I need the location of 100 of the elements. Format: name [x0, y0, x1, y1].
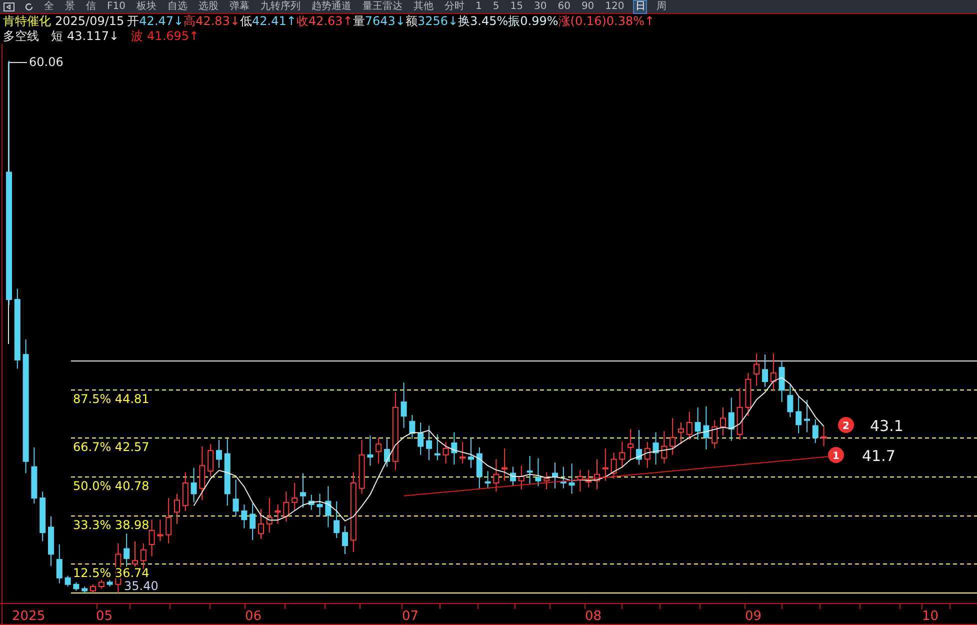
candlestick: [148, 519, 155, 557]
toolbar-item[interactable]: 120: [604, 0, 626, 12]
toolbar-item[interactable]: 全: [43, 0, 55, 12]
candlestick: [300, 472, 306, 508]
candlestick: [367, 434, 374, 466]
back-icon[interactable]: [3, 2, 15, 12]
refresh-icon[interactable]: [24, 2, 34, 12]
candlestick: [40, 491, 46, 542]
toolbar-item[interactable]: 日: [634, 0, 646, 12]
candlestick: [442, 441, 449, 464]
candlestick: [468, 437, 474, 468]
fib-level-label: 87.5% 44.81: [73, 392, 150, 406]
candlestick: [106, 580, 113, 588]
candlestick: [98, 580, 104, 590]
candlestick: [476, 446, 482, 489]
toolbar-item[interactable]: 周: [655, 0, 668, 12]
indicator-text: 41.695↑: [147, 29, 200, 44]
candlestick: [334, 500, 340, 538]
candlestick: [644, 441, 650, 468]
candlestick: [325, 486, 332, 528]
candlestick: [241, 504, 248, 529]
candlestick: [90, 584, 96, 594]
toolbar-item[interactable]: 60: [556, 0, 572, 12]
toolbar-item[interactable]: 板块: [135, 0, 158, 12]
candlestick: [73, 582, 80, 592]
fib-level-label: 66.7% 42.57: [73, 440, 150, 454]
candlestick: [484, 470, 491, 489]
candlestick: [568, 463, 575, 494]
candlestick: [610, 452, 617, 480]
toolbar-item[interactable]: 信: [85, 0, 97, 12]
marker-price: 41.7: [862, 447, 896, 465]
candlestick: [694, 406, 701, 440]
toolbar-item[interactable]: 15: [509, 0, 524, 12]
candlestick: [594, 458, 600, 490]
candlestick: [796, 396, 802, 434]
quote-text: 开: [127, 14, 140, 29]
candlestick: [526, 455, 533, 485]
candlestick: [535, 458, 542, 487]
candlestick: [754, 352, 760, 386]
indicator-name: 多空线: [3, 29, 39, 44]
candlestick: [376, 437, 382, 464]
axis-label: 05: [96, 609, 113, 624]
candlestick: [418, 422, 424, 456]
axis-label: 2025: [12, 609, 46, 624]
candlestick: [409, 414, 416, 440]
axis-label: 10: [922, 609, 939, 624]
toolbar-item[interactable]: 量王雷达: [361, 0, 404, 12]
quote-text: 42.47↓: [139, 14, 184, 29]
toolbar-item[interactable]: 90: [580, 0, 596, 12]
candlestick: [232, 479, 239, 517]
candlestick: [502, 448, 508, 482]
candlestick: [384, 438, 390, 468]
quote-text: 42.41↑: [252, 14, 296, 29]
candlestick: [216, 439, 222, 468]
candlestick: [804, 399, 810, 433]
candlestick: [400, 382, 407, 428]
toolbar-item[interactable]: 弹幕: [228, 0, 250, 12]
toolbar-item[interactable]: 景: [64, 0, 76, 12]
quote-text: 涨(0.16)0.38%↑: [558, 14, 655, 29]
toolbar-item[interactable]: 其他: [412, 0, 434, 12]
candlestick: [274, 504, 281, 524]
candlestick: [460, 441, 466, 464]
axis-label: 06: [245, 609, 262, 624]
toolbar-item[interactable]: 分时: [443, 0, 466, 12]
candlestick: [661, 430, 668, 464]
quote-text: 振0.99%: [508, 14, 558, 29]
candlestick: [208, 444, 214, 477]
toolbar-item[interactable]: 选股: [197, 0, 220, 12]
candlestick: [712, 420, 718, 449]
quote-text: 额: [405, 14, 418, 29]
candlestick: [64, 575, 71, 588]
toolbar-item[interactable]: 九转序列: [259, 0, 302, 12]
toolbar-item[interactable]: 5: [492, 0, 500, 12]
candlestick: [157, 519, 164, 542]
candlestick: [190, 467, 197, 503]
toolbar-item[interactable]: 30: [532, 0, 548, 12]
candlestick: [434, 434, 440, 461]
candlestick: [199, 446, 206, 501]
quote-text: 换3.45%: [458, 14, 508, 29]
toolbar-item[interactable]: 自选: [166, 0, 188, 12]
quote-date: 2025/09/15: [55, 14, 124, 29]
quote-text: 收42.63↑: [296, 14, 353, 29]
candlestick: [670, 418, 676, 456]
candlestick: [602, 448, 608, 482]
quote-text: 低: [240, 14, 252, 29]
candlestick: [652, 432, 659, 466]
candlestick: [812, 418, 818, 444]
toolbar-item[interactable]: 趋势通道: [310, 0, 352, 12]
candlestick: [745, 372, 752, 417]
candlestick: [678, 422, 684, 445]
high-price-label: 60.06: [29, 55, 64, 69]
candlestick: [250, 502, 256, 541]
toolbar-item[interactable]: 1: [474, 0, 483, 12]
candlestick: [342, 526, 348, 555]
stock-name: 肯特催化: [3, 14, 51, 29]
candlestick: [762, 354, 768, 388]
toolbar-item[interactable]: F10: [106, 0, 126, 12]
candlestick: [586, 470, 592, 488]
candlestick: [292, 482, 298, 512]
candlestick: [266, 498, 272, 534]
